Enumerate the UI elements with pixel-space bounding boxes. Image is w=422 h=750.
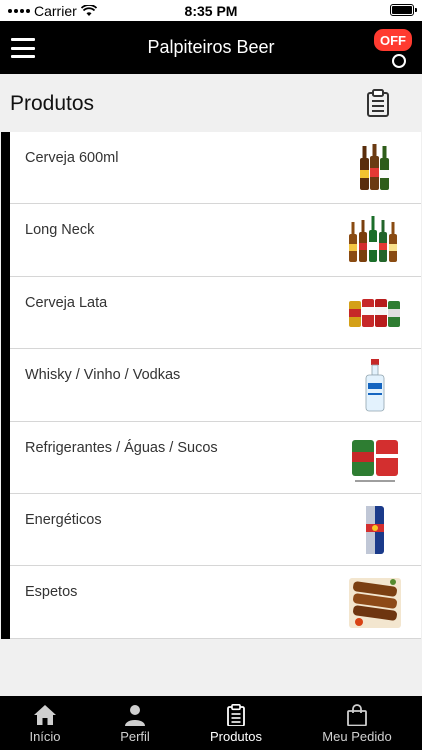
top-navigation-bar: Palpiteiros Beer OFF xyxy=(0,21,422,74)
beer-cans-icon xyxy=(349,298,400,327)
tab-inicio[interactable]: Início xyxy=(12,696,78,750)
status-ring-icon xyxy=(392,54,406,68)
status-time: 8:35 PM xyxy=(184,3,238,19)
product-label: Long Neck xyxy=(25,222,95,239)
product-label: Refrigerantes / Águas / Sucos xyxy=(25,439,218,456)
app-title: Palpiteiros Beer xyxy=(147,37,275,57)
product-row-cerveja-lata[interactable]: Cerveja Lata xyxy=(10,276,421,350)
tab-label: Início xyxy=(29,729,61,744)
off-status-badge[interactable]: OFF xyxy=(374,29,412,51)
energy-drink-can-icon xyxy=(366,505,384,554)
soda-cans-icon xyxy=(352,439,398,482)
clipboard-icon[interactable] xyxy=(366,89,390,117)
page-title: Produtos xyxy=(10,92,95,115)
skewers-icon xyxy=(349,578,401,629)
home-icon xyxy=(34,705,56,725)
product-row-energeticos[interactable]: Energéticos xyxy=(10,493,421,567)
product-label: Cerveja Lata xyxy=(25,294,108,311)
tab-label: Produtos xyxy=(209,729,263,744)
shopping-bag-icon xyxy=(347,704,367,726)
product-row-whisky-vinho-vodkas[interactable]: Whisky / Vinho / Vodkas xyxy=(10,349,421,422)
product-row-espetos[interactable]: Espetos xyxy=(10,566,421,639)
beer-bottles-icon xyxy=(360,144,389,190)
page-header: Produtos xyxy=(0,74,422,132)
product-label: Espetos xyxy=(25,584,78,601)
tab-label: Meu Pedido xyxy=(322,729,392,744)
product-label: Energéticos xyxy=(25,511,102,528)
vodka-bottle-icon xyxy=(365,359,385,412)
product-row-refrigerantes-aguas-sucos[interactable]: Refrigerantes / Águas / Sucos xyxy=(10,421,421,494)
tab-label: Perfil xyxy=(120,729,150,744)
product-row-cerveja-600ml[interactable]: Cerveja 600ml xyxy=(10,132,421,205)
tab-meu-pedido[interactable]: Meu Pedido xyxy=(312,696,402,750)
product-category-list: Cerveja 600ml Long Neck Cerveja Lata Whi… xyxy=(1,132,421,639)
tab-produtos[interactable]: Produtos xyxy=(200,696,272,750)
battery-icon xyxy=(390,4,417,16)
long-neck-bottles-icon xyxy=(349,216,397,263)
tab-perfil[interactable]: Perfil xyxy=(102,696,168,750)
bottom-tab-bar: Início Perfil Produtos Meu Pedido xyxy=(0,696,422,750)
product-label: Whisky / Vinho / Vodkas xyxy=(25,367,181,384)
clipboard-icon xyxy=(227,704,245,726)
product-label: Cerveja 600ml xyxy=(25,150,119,166)
status-bar: Carrier 8:35 PM xyxy=(0,0,422,21)
person-icon xyxy=(125,705,145,726)
product-row-long-neck[interactable]: Long Neck xyxy=(10,204,421,277)
